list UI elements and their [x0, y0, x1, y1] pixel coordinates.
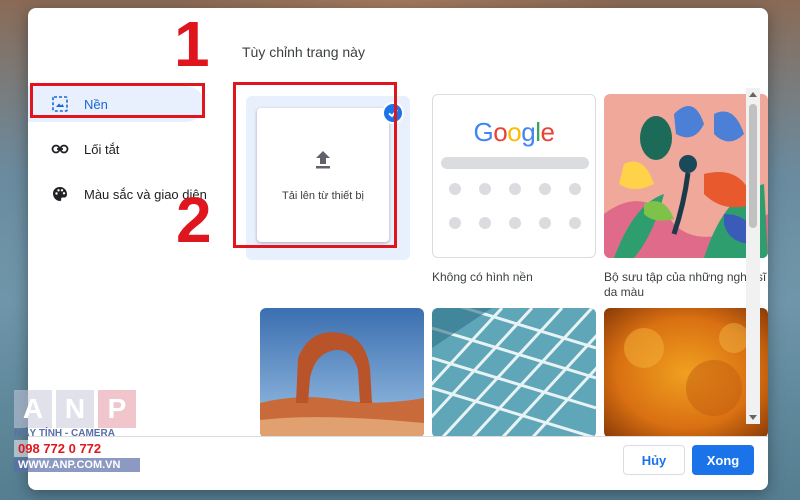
- anp-letter: A: [14, 390, 52, 428]
- scroll-down-icon[interactable]: [749, 415, 757, 420]
- arch-photo-image: [260, 308, 424, 436]
- no-background-caption: Không có hình nền: [432, 270, 533, 284]
- shortcut-dot: [449, 183, 461, 195]
- done-button[interactable]: Xong: [692, 445, 754, 475]
- artist-collection-tile[interactable]: [604, 94, 768, 258]
- shortcut-dot: [539, 183, 551, 195]
- glass-building-image: [432, 308, 596, 436]
- shortcut-dot: [509, 183, 521, 195]
- shortcut-dot: [569, 217, 581, 229]
- search-bar-placeholder: [441, 157, 589, 169]
- google-logo: Google: [473, 117, 555, 147]
- scrollbar[interactable]: [746, 88, 760, 424]
- shortcut-dot: [449, 217, 461, 229]
- artist-collection-image: [604, 94, 768, 258]
- anp-watermark: A N P MÁY TÍNH - CAMERA 098 772 0 772 WW…: [14, 390, 140, 472]
- anp-logo: A N P: [14, 390, 140, 428]
- highlight-box-upload: [233, 82, 397, 248]
- scroll-thumb[interactable]: [749, 104, 757, 228]
- palette-icon: [50, 184, 70, 204]
- shortcut-dot: [509, 217, 521, 229]
- arch-photo-tile[interactable]: [260, 308, 424, 436]
- anp-phone: 098 772 0 772: [14, 440, 140, 457]
- highlight-box-background: [30, 83, 205, 118]
- shortcut-dot: [569, 183, 581, 195]
- shortcut-dot: [479, 217, 491, 229]
- sidebar-item-label: Lối tắt: [84, 141, 120, 157]
- no-background-tile[interactable]: Google: [432, 94, 596, 258]
- scroll-up-icon[interactable]: [749, 92, 757, 97]
- anp-letter: P: [98, 390, 136, 428]
- glass-building-tile[interactable]: [432, 308, 596, 436]
- link-icon: [50, 139, 70, 159]
- shortcut-dot: [479, 183, 491, 195]
- step-number-1: 1: [174, 8, 210, 80]
- orange-texture-image: [604, 308, 768, 436]
- artist-collection-caption: Bộ sưu tập của những nghệ sĩ da màu: [604, 270, 767, 299]
- anp-letter: N: [56, 390, 94, 428]
- orange-texture-tile[interactable]: [604, 308, 768, 436]
- shortcut-dot: [539, 217, 551, 229]
- sidebar-item-shortcuts[interactable]: Lối tắt: [28, 131, 228, 167]
- step-number-2: 2: [176, 184, 212, 256]
- anp-tagline: MÁY TÍNH - CAMERA: [14, 428, 115, 439]
- dialog-title: Tùy chỉnh trang này: [242, 44, 365, 60]
- cancel-button[interactable]: Hủy: [623, 445, 685, 475]
- anp-website: WWW.ANP.COM.VN: [14, 458, 140, 472]
